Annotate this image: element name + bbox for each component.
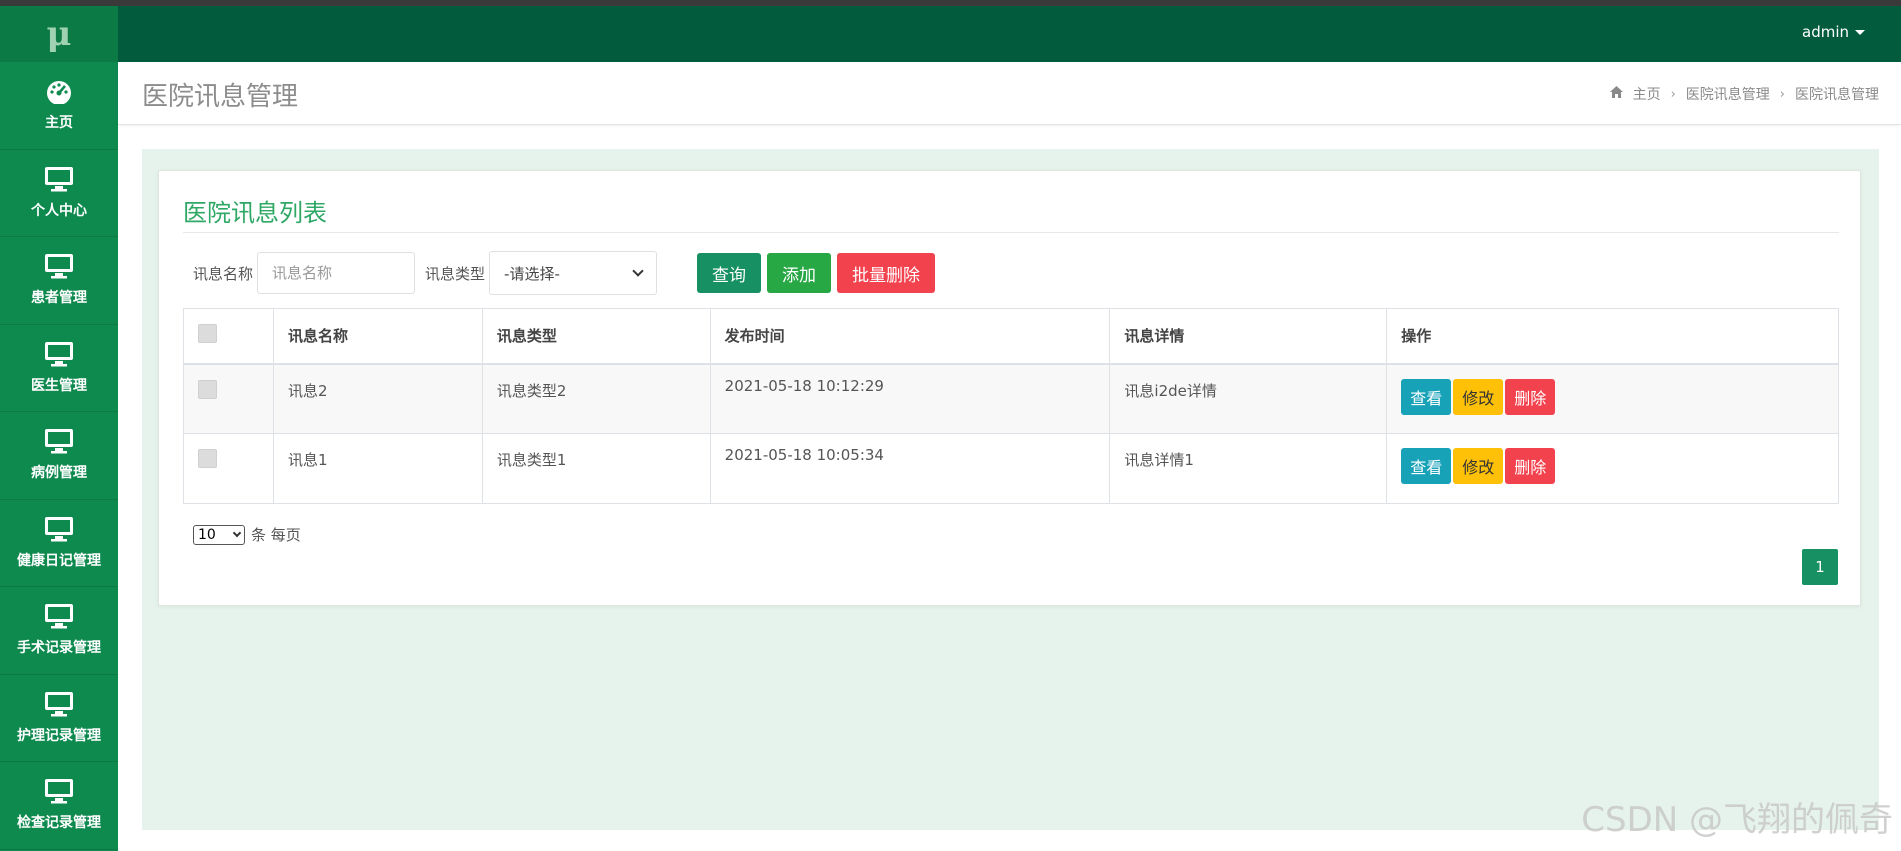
type-filter-select[interactable]: -请选择-	[489, 251, 658, 295]
cell-name: 讯息1	[272, 433, 483, 504]
cell-detail: 讯息详情1	[1109, 433, 1388, 504]
table-header-row: 讯息名称 讯息类型 发布时间 讯息详情 操作	[183, 308, 1839, 365]
panel-title: 医院讯息列表	[183, 199, 327, 227]
sidebar-item-nursing-records[interactable]: 护理记录管理	[0, 675, 118, 762]
cell-detail: 讯息i2de详情	[1109, 363, 1388, 434]
sidebar-item-personal-center[interactable]: 个人中心	[0, 150, 118, 237]
breadcrumb: 主页 › 医院讯息管理 › 医院讯息管理	[1609, 84, 1879, 104]
query-button[interactable]: 查询	[697, 253, 762, 293]
column-header: 操作	[1386, 308, 1839, 365]
cell-name: 讯息2	[272, 363, 483, 434]
row-checkbox[interactable]	[198, 449, 217, 468]
column-header: 讯息详情	[1109, 308, 1388, 365]
breadcrumb-current: 医院讯息管理	[1795, 87, 1879, 103]
type-filter-label: 讯息类型	[425, 264, 486, 283]
row-actions: 查看 修改 删除	[1401, 378, 1824, 415]
monitor-icon	[44, 341, 74, 367]
monitor-icon	[44, 603, 74, 629]
column-header: 讯息类型	[481, 308, 711, 365]
batch-delete-button[interactable]: 批量删除	[837, 253, 936, 293]
cell-time: 2021-05-18 10:05:34	[709, 433, 1111, 504]
page-button-current[interactable]: 1	[1802, 549, 1838, 585]
sidebar-item-label: 护理记录管理	[17, 727, 101, 744]
sidebar-item-label: 患者管理	[31, 290, 87, 307]
sidebar-item-label: 个人中心	[31, 202, 87, 219]
app-logo[interactable]: μ	[0, 6, 118, 62]
add-button[interactable]: 添加	[767, 253, 832, 293]
sidebar-item-label: 主页	[45, 115, 73, 132]
chevron-down-icon	[632, 265, 644, 277]
page-size-value: 10	[198, 526, 216, 543]
breadcrumb-home[interactable]: 主页	[1633, 84, 1661, 104]
page-header: 医院讯息管理 主页 › 医院讯息管理 › 医院讯息管理	[118, 62, 1901, 125]
select-all-cell	[183, 308, 274, 365]
watermark: CSDN @飞翔的佩奇	[1581, 800, 1893, 840]
sidebar-item-label: 医生管理	[31, 377, 87, 394]
user-menu[interactable]: admin	[1802, 23, 1865, 41]
sidebar-item-label: 健康日记管理	[17, 552, 101, 569]
row-select-cell	[183, 363, 274, 434]
page-size-control: 10 条 每页	[193, 524, 301, 545]
table-row: 讯息2 讯息类型2 2021-05-18 10:12:29 讯息i2de详情 查…	[183, 363, 1839, 434]
filter-bar: 讯息名称 讯息类型 -请选择- 查询 添加 批量删除	[183, 251, 941, 295]
page-title: 医院讯息管理	[142, 82, 299, 112]
view-button[interactable]: 查看	[1401, 448, 1452, 484]
sidebar-item-patients[interactable]: 患者管理	[0, 237, 118, 325]
cell-type: 讯息类型2	[481, 363, 711, 434]
sidebar-item-label: 病例管理	[31, 465, 87, 482]
caret-down-icon	[1855, 29, 1865, 35]
edit-button[interactable]: 修改	[1453, 378, 1504, 415]
view-button[interactable]: 查看	[1401, 378, 1452, 415]
breadcrumb-section[interactable]: 医院讯息管理	[1686, 84, 1770, 104]
user-name: admin	[1802, 23, 1849, 41]
list-panel: 医院讯息列表 讯息名称 讯息类型 -请选择- 查询 添加 批量删除 讯息名称 讯…	[158, 170, 1861, 606]
column-header: 讯息名称	[272, 308, 483, 365]
select-all-checkbox[interactable]	[198, 324, 217, 344]
name-filter-label: 讯息名称	[193, 264, 254, 283]
cell-type: 讯息类型1	[481, 433, 711, 504]
sidebar-item-surgery-records[interactable]: 手术记录管理	[0, 587, 118, 675]
sidebar-item-home[interactable]: 主页	[0, 62, 118, 150]
column-header: 发布时间	[709, 308, 1111, 365]
monitor-icon	[44, 691, 74, 717]
sidebar-item-doctors[interactable]: 医生管理	[0, 325, 118, 412]
monitor-icon	[44, 166, 74, 192]
row-select-cell	[183, 433, 274, 504]
row-checkbox[interactable]	[198, 379, 217, 399]
sidebar: μ 主页 个人中心 患者管理 医生管理 病例管理 健康日记管理 手术记录管理 护…	[0, 6, 118, 851]
sidebar-item-label: 检查记录管理	[17, 815, 101, 832]
cell-actions: 查看 修改 删除	[1386, 433, 1839, 504]
type-filter-value: -请选择-	[504, 264, 560, 283]
chevron-down-icon	[232, 528, 242, 538]
sidebar-item-cases[interactable]: 病例管理	[0, 412, 118, 500]
cell-time: 2021-05-18 10:12:29	[709, 363, 1111, 434]
edit-button[interactable]: 修改	[1453, 448, 1504, 484]
name-filter-input[interactable]	[257, 252, 416, 294]
cell-actions: 查看 修改 删除	[1386, 363, 1839, 434]
row-actions: 查看 修改 删除	[1401, 448, 1824, 484]
delete-button[interactable]: 删除	[1505, 378, 1556, 415]
message-table: 讯息名称 讯息类型 发布时间 讯息详情 操作 讯息2 讯息类型2 2021-05…	[183, 308, 1839, 504]
monitor-icon	[44, 253, 74, 279]
home-icon	[1609, 86, 1623, 102]
dashboard-icon	[44, 78, 74, 105]
sidebar-item-label: 手术记录管理	[17, 640, 101, 657]
table-row: 讯息1 讯息类型1 2021-05-18 10:05:34 讯息详情1 查看 修…	[183, 433, 1839, 504]
chevron-right-icon: ›	[1779, 86, 1785, 102]
page-size-select[interactable]: 10	[193, 524, 245, 545]
monitor-icon	[44, 778, 74, 804]
sidebar-item-exam-records[interactable]: 检查记录管理	[0, 762, 118, 850]
monitor-icon	[44, 428, 74, 454]
chevron-right-icon: ›	[1670, 86, 1676, 102]
top-header: admin	[118, 6, 1901, 62]
delete-button[interactable]: 删除	[1505, 448, 1556, 484]
panel-divider	[183, 232, 1839, 233]
monitor-icon	[44, 516, 74, 542]
page-size-suffix: 条 每页	[251, 526, 301, 544]
sidebar-item-health-diary[interactable]: 健康日记管理	[0, 500, 118, 587]
